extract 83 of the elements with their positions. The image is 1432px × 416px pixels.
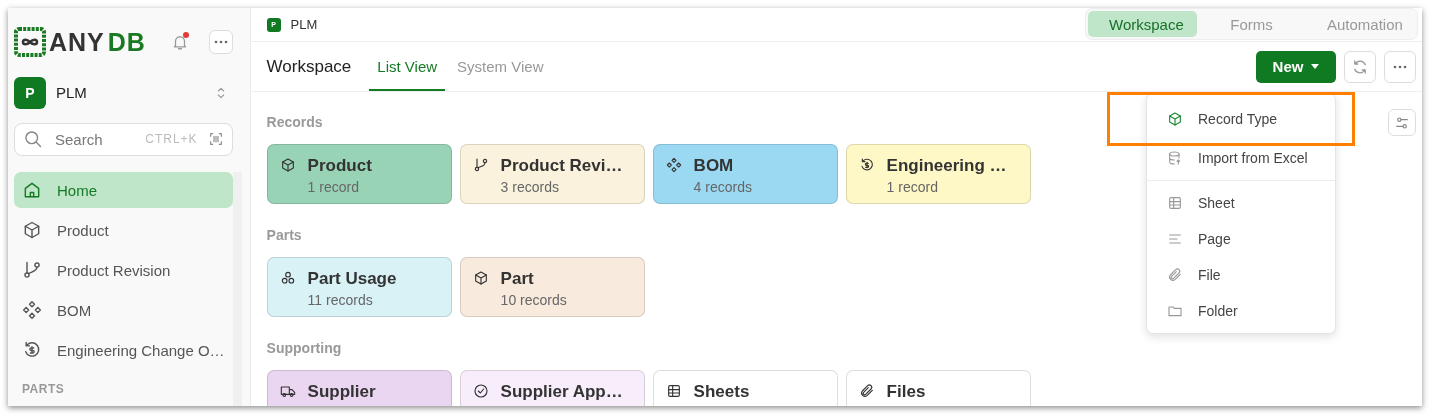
menu-item[interactable]: Import from Excel	[1147, 140, 1335, 176]
record-type-card[interactable]: Files	[845, 370, 1031, 406]
more-button[interactable]	[1384, 50, 1416, 83]
truck-icon	[279, 383, 296, 399]
more-icon	[1393, 64, 1407, 69]
record-count: 11 records	[307, 292, 374, 308]
card-title: Engineering …	[886, 156, 1007, 176]
table-icon	[1167, 195, 1183, 211]
lines-icon	[1167, 231, 1183, 247]
sidebar-item[interactable]: Home	[14, 172, 233, 208]
card-title: Part	[500, 269, 535, 289]
paperclip-icon	[1167, 267, 1183, 283]
card-title: BOM	[693, 156, 735, 176]
card-title: Supplier	[307, 382, 376, 402]
branch-icon	[472, 157, 489, 173]
diamonds-icon	[665, 157, 682, 173]
cube-icon	[472, 270, 489, 286]
record-type-card[interactable]: BOM 4 records	[652, 144, 838, 204]
section-heading: Records	[266, 114, 323, 130]
record-type-card[interactable]: Product 1 record	[266, 144, 452, 204]
clock-dollar-icon	[22, 340, 42, 360]
breadcrumb[interactable]: PLM	[290, 17, 318, 32]
menu-item[interactable]: Record Type	[1147, 98, 1335, 140]
new-button[interactable]: New	[1256, 50, 1336, 83]
record-count: 1 record	[307, 179, 360, 195]
record-type-card[interactable]: Sheets	[652, 370, 838, 406]
caret-icon	[1311, 64, 1320, 69]
folder-icon	[1167, 303, 1183, 319]
view-tab[interactable]: List View	[369, 42, 446, 91]
sidebar-item[interactable]: Engineering Change O…	[14, 332, 233, 368]
clock-dollar-icon	[858, 157, 875, 173]
record-type-card[interactable]: Part Usage 11 records	[266, 257, 452, 317]
sidebar-item[interactable]: Product Revision	[14, 252, 233, 288]
more-button[interactable]	[208, 30, 233, 55]
menu-item[interactable]: Sheet	[1147, 185, 1335, 221]
menu-item[interactable]: Folder	[1147, 293, 1335, 329]
record-type-card[interactable]: Engineering … 1 record	[845, 144, 1031, 204]
workspace-name[interactable]: PLM	[56, 84, 203, 102]
section-heading: Supporting	[266, 340, 342, 356]
card-title: Part Usage	[307, 269, 397, 289]
sliders-icon	[1394, 114, 1410, 131]
table-icon	[665, 383, 682, 399]
circles-icon	[279, 270, 296, 286]
record-count: 3 records	[500, 179, 560, 195]
section-label: PARTS	[21, 381, 66, 398]
record-count: 1 record	[886, 179, 939, 195]
home-icon	[22, 180, 42, 200]
paperclip-icon	[858, 383, 875, 399]
sidebar-item[interactable]: Product	[14, 212, 233, 248]
cube-icon	[1167, 111, 1183, 127]
cube-icon	[279, 157, 296, 173]
check-circle-icon	[472, 383, 489, 399]
branch-icon	[22, 260, 42, 280]
card-title: Product	[307, 156, 372, 176]
card-title: Files	[886, 382, 926, 402]
refresh-icon	[1351, 57, 1369, 76]
menu-item[interactable]: File	[1147, 257, 1335, 293]
record-count: 4 records	[693, 179, 752, 195]
card-title: Sheets	[693, 382, 750, 402]
record-count: 10 records	[500, 292, 567, 308]
record-type-card[interactable]: Part 10 records	[459, 257, 645, 317]
record-type-card[interactable]: Supplier App…	[459, 370, 645, 406]
page-title: Workspace	[266, 56, 352, 77]
app-logo: ANY DB	[14, 26, 146, 59]
workspace-avatar: P	[14, 76, 46, 109]
shortcut-hint: CTRL+K	[145, 132, 198, 147]
search-icon	[23, 129, 43, 150]
cube-icon	[22, 220, 42, 240]
mode-tab[interactable]: Workspace	[1088, 11, 1197, 37]
search-field[interactable]: Search	[53, 129, 123, 149]
refresh-button[interactable]	[1344, 50, 1376, 83]
card-title: Product Revi…	[500, 156, 623, 176]
more-icon	[213, 40, 228, 45]
filter-button[interactable]	[1388, 109, 1416, 136]
record-type-card[interactable]: Supplier	[266, 370, 452, 406]
record-type-card[interactable]: Product Revi… 3 records	[459, 144, 645, 204]
section-heading: Parts	[266, 227, 302, 243]
scan-icon	[207, 131, 224, 148]
diamonds-icon	[22, 300, 42, 320]
sidebar-item[interactable]: BOM	[14, 292, 233, 328]
database-icon	[1167, 150, 1183, 166]
card-title: Supplier App…	[500, 382, 623, 402]
menu-item[interactable]: Page	[1147, 221, 1335, 257]
